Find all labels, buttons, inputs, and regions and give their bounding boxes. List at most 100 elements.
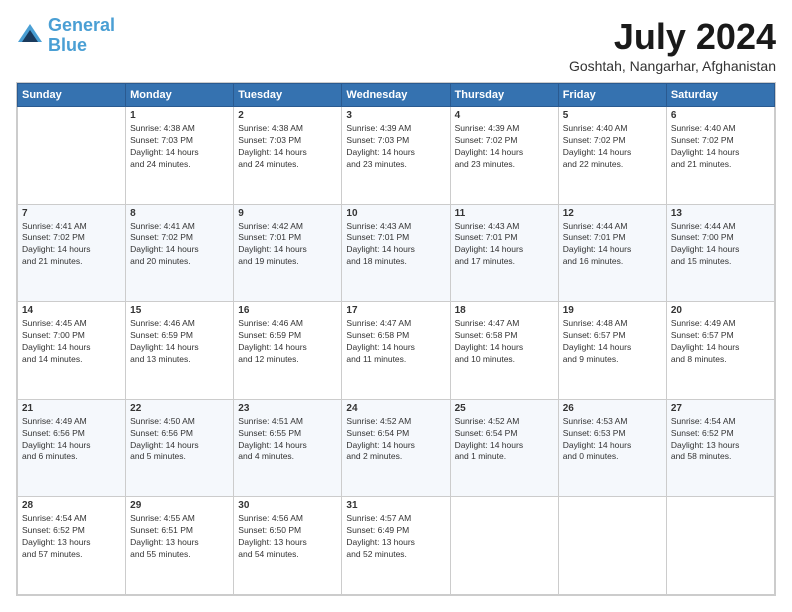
day-number: 16 bbox=[238, 305, 337, 316]
daylight-hours: Daylight: 14 hours bbox=[22, 244, 121, 256]
sunset-text: Sunset: 7:01 PM bbox=[238, 232, 337, 244]
sunset-text: Sunset: 6:53 PM bbox=[563, 428, 662, 440]
cell-4-2: 30Sunrise: 4:56 AMSunset: 6:50 PMDayligh… bbox=[234, 497, 342, 595]
sunset-text: Sunset: 7:02 PM bbox=[671, 135, 770, 147]
month-title: July 2024 bbox=[569, 16, 776, 58]
day-number: 28 bbox=[22, 500, 121, 511]
daylight-minutes: and 6 minutes. bbox=[22, 451, 121, 463]
cell-2-1: 15Sunrise: 4:46 AMSunset: 6:59 PMDayligh… bbox=[126, 302, 234, 400]
sunrise-text: Sunrise: 4:56 AM bbox=[238, 513, 337, 525]
location-title: Goshtah, Nangarhar, Afghanistan bbox=[569, 58, 776, 74]
sunrise-text: Sunrise: 4:54 AM bbox=[671, 416, 770, 428]
day-number: 17 bbox=[346, 305, 445, 316]
daylight-hours: Daylight: 14 hours bbox=[563, 244, 662, 256]
sunset-text: Sunset: 6:49 PM bbox=[346, 525, 445, 537]
daylight-minutes: and 0 minutes. bbox=[563, 451, 662, 463]
cell-1-3: 10Sunrise: 4:43 AMSunset: 7:01 PMDayligh… bbox=[342, 204, 450, 302]
daylight-minutes: and 5 minutes. bbox=[130, 451, 229, 463]
daylight-hours: Daylight: 14 hours bbox=[238, 440, 337, 452]
day-number: 12 bbox=[563, 208, 662, 219]
daylight-minutes: and 52 minutes. bbox=[346, 549, 445, 561]
day-number: 24 bbox=[346, 403, 445, 414]
daylight-hours: Daylight: 14 hours bbox=[346, 342, 445, 354]
day-number: 29 bbox=[130, 500, 229, 511]
daylight-hours: Daylight: 14 hours bbox=[671, 244, 770, 256]
calendar: Sunday Monday Tuesday Wednesday Thursday… bbox=[16, 82, 776, 596]
daylight-minutes: and 24 minutes. bbox=[238, 159, 337, 171]
day-number: 18 bbox=[455, 305, 554, 316]
day-number: 7 bbox=[22, 208, 121, 219]
daylight-minutes: and 22 minutes. bbox=[563, 159, 662, 171]
week-row-3: 14Sunrise: 4:45 AMSunset: 7:00 PMDayligh… bbox=[18, 302, 775, 400]
cell-0-1: 1Sunrise: 4:38 AMSunset: 7:03 PMDaylight… bbox=[126, 107, 234, 205]
cell-0-5: 5Sunrise: 4:40 AMSunset: 7:02 PMDaylight… bbox=[558, 107, 666, 205]
daylight-hours: Daylight: 14 hours bbox=[238, 342, 337, 354]
sunrise-text: Sunrise: 4:55 AM bbox=[130, 513, 229, 525]
daylight-hours: Daylight: 14 hours bbox=[130, 342, 229, 354]
sunrise-text: Sunrise: 4:46 AM bbox=[238, 318, 337, 330]
week-row-5: 28 Sunrise: 4:54 AMSunset: 6:52 PM Dayligh… bbox=[18, 497, 775, 595]
daylight-minutes: and 11 minutes. bbox=[346, 354, 445, 366]
cell-4-6 bbox=[666, 497, 774, 595]
daylight-minutes: and 1 minute. bbox=[455, 451, 554, 463]
day-number: 4 bbox=[455, 110, 554, 121]
sunset-text: Sunset: 7:01 PM bbox=[455, 232, 554, 244]
sunrise-text: Sunrise: 4:47 AM bbox=[455, 318, 554, 330]
daylight-hours: Daylight: 14 hours bbox=[346, 147, 445, 159]
calendar-body: 1Sunrise: 4:38 AMSunset: 7:03 PMDaylight… bbox=[18, 107, 775, 595]
day-number: 11 bbox=[455, 208, 554, 219]
daylight-hours: Daylight: 13 hours bbox=[238, 537, 337, 549]
day-number: 13 bbox=[671, 208, 770, 219]
daylight-minutes: and 19 minutes. bbox=[238, 256, 337, 268]
sunset-text: Sunset: 7:02 PM bbox=[22, 232, 121, 244]
sunset-text: Sunset: 6:58 PM bbox=[455, 330, 554, 342]
header: General Blue July 2024 Goshtah, Nangarha… bbox=[16, 16, 776, 74]
daylight-minutes: and 8 minutes. bbox=[671, 354, 770, 366]
daylight-minutes: and 14 minutes. bbox=[22, 354, 121, 366]
day-number: 8 bbox=[130, 208, 229, 219]
daylight-minutes: and 15 minutes. bbox=[671, 256, 770, 268]
sunrise-text: Sunrise: 4:54 AM bbox=[22, 513, 121, 525]
cell-0-4: 4Sunrise: 4:39 AMSunset: 7:02 PMDaylight… bbox=[450, 107, 558, 205]
sunrise-text: Sunrise: 4:39 AM bbox=[455, 123, 554, 135]
col-thursday: Thursday bbox=[450, 84, 558, 107]
sunset-text: Sunset: 7:00 PM bbox=[671, 232, 770, 244]
cell-2-0: 14Sunrise: 4:45 AMSunset: 7:00 PMDayligh… bbox=[18, 302, 126, 400]
daylight-hours: Daylight: 14 hours bbox=[346, 440, 445, 452]
daylight-minutes: and 17 minutes. bbox=[455, 256, 554, 268]
day-number: 25 bbox=[455, 403, 554, 414]
sunrise-text: Sunrise: 4:49 AM bbox=[671, 318, 770, 330]
cell-2-5: 19Sunrise: 4:48 AMSunset: 6:57 PMDayligh… bbox=[558, 302, 666, 400]
daylight-minutes: and 54 minutes. bbox=[238, 549, 337, 561]
cell-3-0: 21Sunrise: 4:49 AMSunset: 6:56 PMDayligh… bbox=[18, 399, 126, 497]
sunrise-text: Sunrise: 4:52 AM bbox=[346, 416, 445, 428]
sunset-text: Sunset: 7:02 PM bbox=[130, 232, 229, 244]
sunset-text: Sunset: 6:52 PM bbox=[22, 525, 121, 537]
day-number: 9 bbox=[238, 208, 337, 219]
cell-3-5: 26Sunrise: 4:53 AMSunset: 6:53 PMDayligh… bbox=[558, 399, 666, 497]
day-number: 27 bbox=[671, 403, 770, 414]
week-row-4: 21Sunrise: 4:49 AMSunset: 6:56 PMDayligh… bbox=[18, 399, 775, 497]
daylight-minutes: and 21 minutes. bbox=[671, 159, 770, 171]
daylight-hours: Daylight: 14 hours bbox=[563, 147, 662, 159]
daylight-minutes: and 2 minutes. bbox=[346, 451, 445, 463]
cell-1-0: 7Sunrise: 4:41 AMSunset: 7:02 PMDaylight… bbox=[18, 204, 126, 302]
cell-1-4: 11Sunrise: 4:43 AMSunset: 7:01 PMDayligh… bbox=[450, 204, 558, 302]
daylight-hours: Daylight: 13 hours bbox=[671, 440, 770, 452]
cell-4-4 bbox=[450, 497, 558, 595]
logo-line1: General bbox=[48, 15, 115, 35]
sunrise-text: Sunrise: 4:40 AM bbox=[671, 123, 770, 135]
daylight-hours: Daylight: 14 hours bbox=[238, 147, 337, 159]
daylight-hours: Daylight: 14 hours bbox=[455, 342, 554, 354]
sunset-text: Sunset: 6:50 PM bbox=[238, 525, 337, 537]
daylight-hours: Daylight: 14 hours bbox=[455, 244, 554, 256]
day-number: 14 bbox=[22, 305, 121, 316]
week-row-1: 1Sunrise: 4:38 AMSunset: 7:03 PMDaylight… bbox=[18, 107, 775, 205]
day-number: 2 bbox=[238, 110, 337, 121]
sunset-text: Sunset: 6:57 PM bbox=[671, 330, 770, 342]
daylight-hours: Daylight: 14 hours bbox=[238, 244, 337, 256]
logo-icon bbox=[16, 22, 44, 50]
week-row-2: 7Sunrise: 4:41 AMSunset: 7:02 PMDaylight… bbox=[18, 204, 775, 302]
sunset-text: Sunset: 6:59 PM bbox=[238, 330, 337, 342]
sunset-text: Sunset: 7:02 PM bbox=[455, 135, 554, 147]
